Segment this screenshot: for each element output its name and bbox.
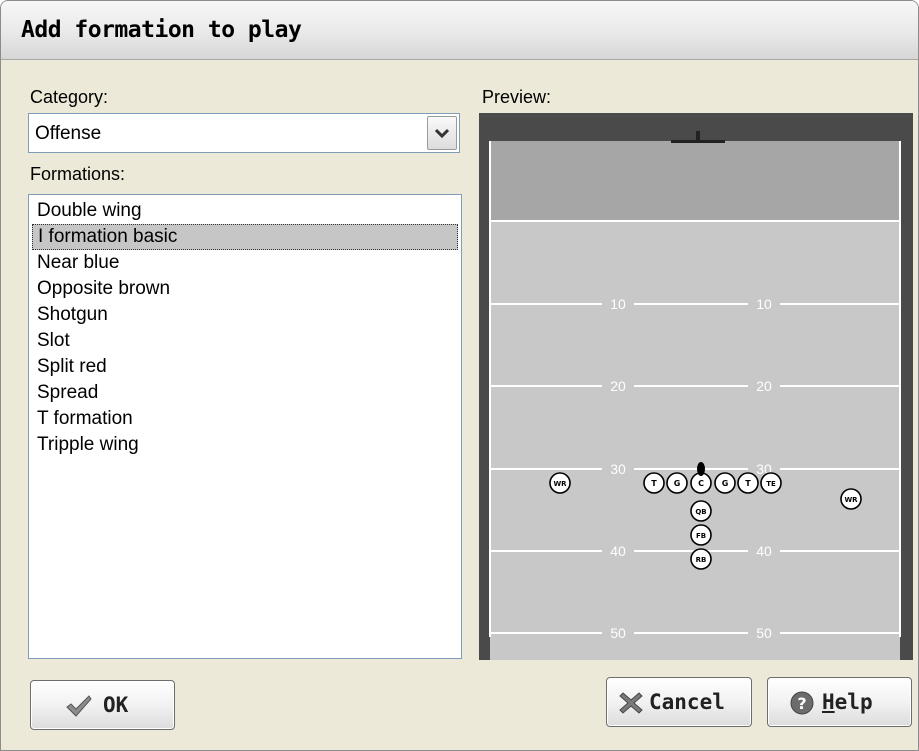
svg-text:C: C [698,479,704,488]
checkmark-icon [66,695,92,717]
dialog-title: Add formation to play [21,17,302,43]
formation-list-item[interactable]: Spread [32,380,458,406]
help-icon: ? [790,691,814,715]
football-field: 10 1020 2030 3040 4050 50WR T G C G T TEQBFBRBWR [489,131,901,660]
formation-list-item[interactable]: T formation [32,406,458,432]
player-marker: G [714,472,736,494]
yard-number: 40 [610,543,626,559]
yard-number: 40 [756,543,772,559]
end-zone [490,141,900,221]
player-marker: T [643,472,665,494]
svg-text:?: ? [797,694,806,713]
yard-number: 20 [756,378,772,394]
formation-list-item[interactable]: Near blue [32,250,458,276]
category-value: Offense [35,123,102,144]
category-dropdown[interactable]: Offense [28,113,460,153]
cancel-label: Cancel [649,690,725,714]
yard-number: 20 [610,378,626,394]
formations-label: Formations: [30,164,126,184]
formation-list-item[interactable]: Slot [32,328,458,354]
formation-list-item[interactable]: Opposite brown [32,276,458,302]
formation-list-item[interactable]: Tripple wing [32,432,458,458]
help-mnemonic: H [822,690,835,714]
svg-text:G: G [722,479,729,488]
formation-list-item[interactable]: Double wing [32,198,458,224]
svg-text:FB: FB [696,532,706,540]
formation-list-item[interactable]: Shotgun [32,302,458,328]
svg-text:WR: WR [844,496,858,504]
help-button[interactable]: ? Help [767,677,912,727]
yard-number: 10 [610,296,626,312]
player-marker: TE [760,472,782,494]
yard-number: 50 [610,625,626,641]
formations-list[interactable]: Double wing I formation basic Near blue Opp… [28,194,462,659]
dropdown-button[interactable] [427,116,457,150]
title-bar[interactable]: Add formation to play [1,1,918,60]
svg-text:T: T [745,479,751,488]
ok-label: OK [103,693,129,717]
cancel-button[interactable]: Cancel [606,677,752,727]
help-label-rest: elp [834,690,873,714]
formation-list-item[interactable]: Split red [32,354,458,380]
preview-label: Preview: [482,87,552,107]
cross-icon [619,692,643,714]
svg-text:WR: WR [553,480,567,488]
chevron-down-icon [435,128,449,138]
player-marker: G [666,472,688,494]
ok-button[interactable]: OK [30,680,175,730]
player-marker: WR [549,472,571,494]
svg-text:G: G [674,479,681,488]
football-icon [697,462,705,476]
formation-preview: 10 10 20 20 30 30 40 40 50 50 WR T G C G T TE QB FB RB WR [479,113,913,660]
add-formation-dialog: Add formation to play Category: Offense … [0,0,919,751]
svg-text:RB: RB [696,556,707,564]
yard-number: 50 [756,625,772,641]
player-marker: FB [690,524,712,546]
svg-text:T: T [651,479,657,488]
yard-number: 10 [756,296,772,312]
goal-post [671,131,725,143]
svg-text:QB: QB [695,508,706,516]
player-marker: WR [840,488,862,510]
yard-number: 30 [610,461,626,477]
player-marker: QB [690,500,712,522]
help-label: Help [822,690,873,714]
player-marker: RB [690,548,712,570]
svg-text:TE: TE [766,480,776,488]
category-label: Category: [30,87,109,107]
player-marker: T [737,472,759,494]
formation-list-item[interactable]: I formation basic [32,224,458,250]
